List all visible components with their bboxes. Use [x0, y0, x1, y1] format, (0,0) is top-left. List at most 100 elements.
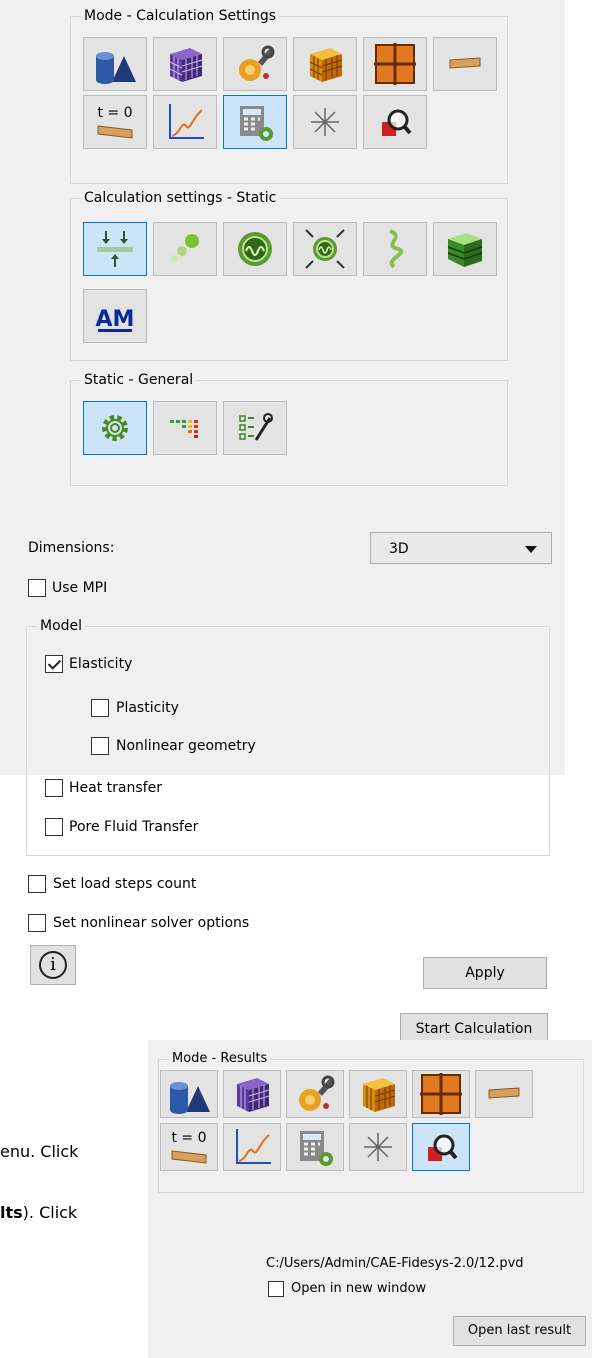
helix-tool-button[interactable] — [363, 222, 427, 276]
static-load-tool-button[interactable] — [83, 222, 147, 276]
modal-tool-button[interactable] — [223, 222, 287, 276]
gear-icon — [102, 415, 128, 441]
group-title: Mode - Calculation Settings — [81, 6, 280, 26]
load-steps-label: Set load steps count — [53, 876, 197, 892]
mesh-icon — [169, 48, 203, 82]
results-magnifier-icon — [428, 1134, 458, 1161]
curve-icon — [236, 1129, 271, 1164]
open-in-new-window-label: Open in new window — [291, 1281, 427, 1296]
dimensions-select[interactable]: 3D — [370, 532, 552, 564]
dimensions-label: Dimensions: — [28, 540, 115, 556]
results-beam-tool-button[interactable] — [475, 1070, 533, 1118]
calculator-settings-icon — [300, 1131, 333, 1166]
mesh-tool-button[interactable] — [153, 37, 217, 91]
materials-icon — [299, 1075, 335, 1111]
materials-icon — [239, 45, 275, 81]
solver-options-label: Set nonlinear solver options — [53, 915, 250, 931]
calculation-settings-tool-button[interactable] — [223, 95, 287, 149]
dynamic-tool-button[interactable] — [153, 222, 217, 276]
curve-icon — [169, 104, 204, 139]
calculator-settings-icon — [240, 106, 273, 141]
sparkle-tool-button[interactable] — [293, 95, 357, 149]
results-magnifier-icon — [382, 109, 412, 136]
static-load-icon — [97, 231, 133, 267]
beam-tool-button[interactable] — [433, 37, 497, 91]
boundary-conditions-icon — [363, 1078, 396, 1112]
initial-conditions-label: t = 0 — [171, 1130, 206, 1146]
results-tool-button[interactable] — [363, 95, 427, 149]
sparkle-icon — [311, 108, 339, 136]
mesh-icon — [237, 1078, 270, 1112]
am-tool-button[interactable]: AM — [83, 289, 147, 343]
pore-fluid-transfer-label: Pore Fluid Transfer — [69, 819, 199, 835]
materials-tool-button[interactable] — [223, 37, 287, 91]
results-curve-tool-button[interactable] — [223, 1123, 281, 1171]
initial-conditions-icon: t = 0 — [171, 1130, 207, 1164]
beam-icon — [488, 1087, 520, 1099]
load-steps-checkbox[interactable] — [28, 875, 46, 893]
results-initial-conditions-tool-button[interactable]: t = 0 — [160, 1123, 218, 1171]
grid-icon — [420, 1073, 462, 1115]
am-logo-text: AM — [96, 307, 135, 332]
plasticity-checkbox[interactable] — [91, 699, 109, 717]
results-boundary-conditions-tool-button[interactable] — [349, 1070, 407, 1118]
info-icon: i — [39, 951, 67, 979]
background-text-line2: lts). Click — [0, 1203, 78, 1222]
results-grid-tool-button[interactable] — [412, 1070, 470, 1118]
open-last-result-button[interactable]: Open last result — [453, 1316, 586, 1346]
use-mpi-checkbox[interactable] — [28, 579, 46, 597]
general-settings-tool-button[interactable] — [83, 401, 147, 455]
apply-button[interactable]: Apply — [423, 957, 547, 989]
sparkle-icon — [364, 1133, 392, 1161]
boundary-conditions-tool-button[interactable] — [293, 37, 357, 91]
use-mpi-label: Use MPI — [52, 580, 108, 596]
am-logo-icon: AM — [96, 307, 135, 332]
heatmap-tool-button[interactable] — [153, 401, 217, 455]
results-mesh-tool-button[interactable] — [223, 1070, 281, 1118]
buckling-icon — [305, 229, 345, 269]
results-panel: Mode - Results t = 0 C:/Users/Admin/CAE-… — [148, 1040, 592, 1358]
initial-conditions-tool-button[interactable]: t = 0 — [83, 95, 147, 149]
dimensions-value: 3D — [389, 541, 409, 557]
dynamic-icon — [170, 234, 199, 263]
solver-options-checkbox[interactable] — [28, 914, 46, 932]
solver-tools-icon — [239, 413, 273, 441]
elasticity-checkbox[interactable] — [45, 655, 63, 673]
modal-icon — [238, 232, 272, 266]
plasticity-label: Plasticity — [116, 700, 179, 716]
beam-icon — [449, 57, 481, 69]
heat-transfer-checkbox[interactable] — [45, 779, 63, 797]
nonlinear-geometry-label: Nonlinear geometry — [116, 738, 256, 754]
solver-tools-tool-button[interactable] — [223, 401, 287, 455]
background-text-line1: enu. Click — [0, 1142, 79, 1161]
heatmap-icon — [170, 420, 198, 438]
geometry-icon — [170, 1082, 210, 1114]
calculation-settings-panel: Mode - Calculation Settings t = 0 Calcul… — [0, 0, 565, 1045]
geometry-icon — [96, 52, 136, 84]
buckling-tool-button[interactable] — [293, 222, 357, 276]
initial-conditions-icon: t = 0 — [97, 105, 133, 139]
chevron-down-icon — [525, 546, 537, 553]
results-calculation-settings-tool-button[interactable] — [286, 1123, 344, 1171]
composite-tool-button[interactable] — [433, 222, 497, 276]
nonlinear-geometry-checkbox[interactable] — [91, 737, 109, 755]
pore-fluid-transfer-checkbox[interactable] — [45, 818, 63, 836]
results-sparkle-tool-button[interactable] — [349, 1123, 407, 1171]
curve-tool-button[interactable] — [153, 95, 217, 149]
initial-conditions-label: t = 0 — [97, 105, 132, 121]
group-title: Calculation settings - Static — [81, 188, 280, 208]
boundary-conditions-icon — [309, 48, 343, 82]
grid-icon — [374, 43, 416, 85]
group-title: Model — [37, 616, 86, 636]
geometry-tool-button[interactable] — [83, 37, 147, 91]
results-materials-tool-button[interactable] — [286, 1070, 344, 1118]
results-file-path: C:/Users/Admin/CAE-Fidesys-2.0/12.pvd — [266, 1256, 524, 1271]
composite-icon — [447, 233, 483, 267]
group-title: Mode - Results — [169, 1049, 271, 1069]
results-results-tool-button[interactable] — [412, 1123, 470, 1171]
open-in-new-window-checkbox[interactable] — [268, 1281, 284, 1297]
results-geometry-tool-button[interactable] — [160, 1070, 218, 1118]
info-button[interactable]: i — [30, 945, 76, 985]
grid-tool-button[interactable] — [363, 37, 427, 91]
elasticity-label: Elasticity — [69, 656, 133, 672]
